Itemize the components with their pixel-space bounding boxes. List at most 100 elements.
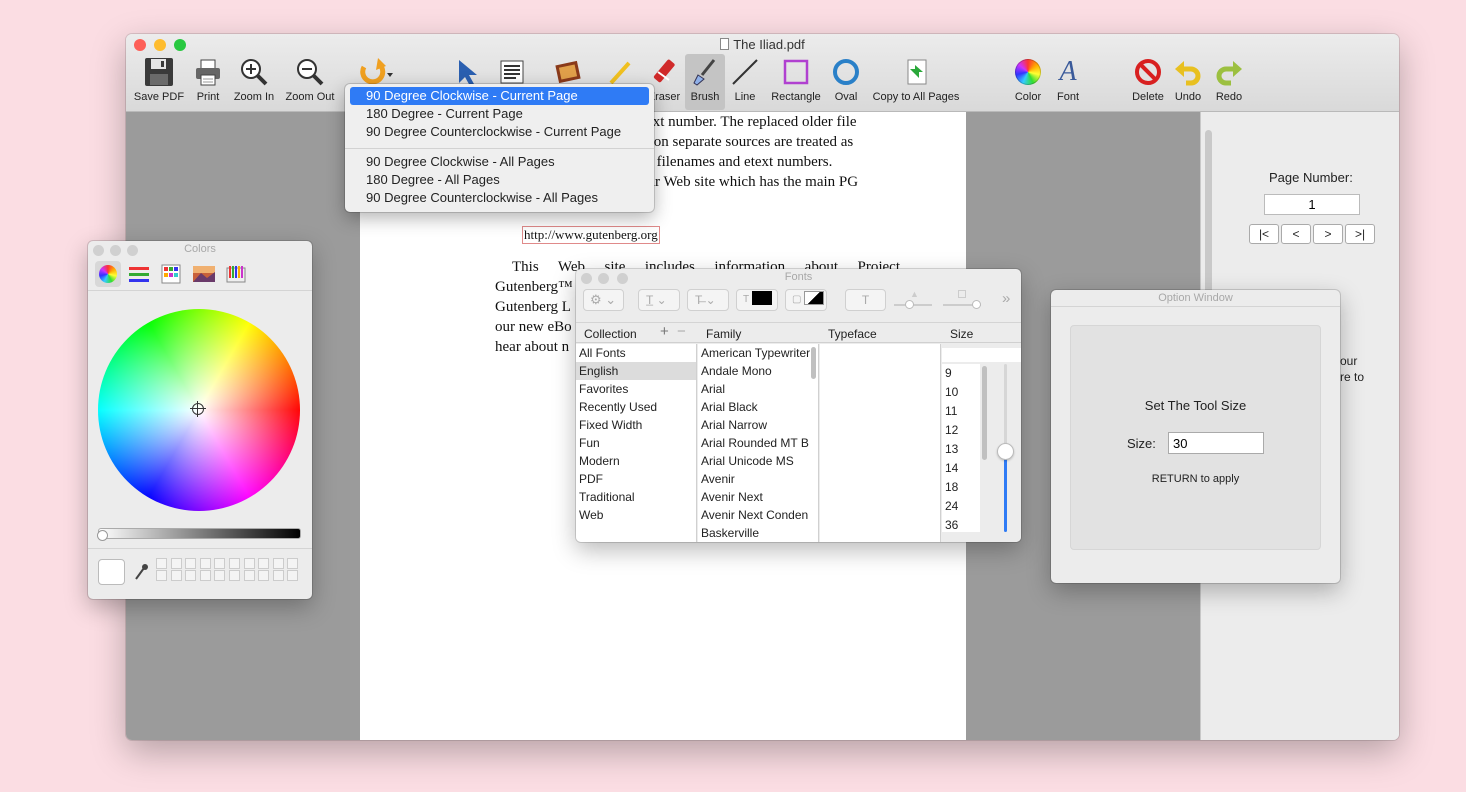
next-page-button[interactable]: > (1313, 224, 1343, 244)
save-pdf-button[interactable]: Save PDF (132, 54, 186, 110)
image-palette-tab[interactable] (193, 264, 215, 284)
color-swatch-grid[interactable] (156, 558, 301, 581)
color-palettes-tab[interactable] (161, 264, 181, 284)
color-wheel-tab[interactable] (95, 261, 121, 287)
last-page-button[interactable]: >| (1345, 224, 1375, 244)
list-item[interactable]: 18 (942, 478, 980, 497)
swatch[interactable] (156, 558, 167, 569)
text-shadow-button[interactable]: T (845, 289, 886, 311)
list-item[interactable]: Recently Used (576, 398, 696, 416)
swatch[interactable] (272, 570, 284, 581)
swatch[interactable] (258, 558, 270, 569)
family-scrollbar[interactable] (811, 347, 816, 379)
list-item[interactable]: Arial Black (698, 398, 818, 416)
swatch[interactable] (170, 570, 182, 581)
font-actions-dropdown[interactable]: ⚙ ⌄ (583, 289, 624, 311)
list-item[interactable]: American Typewriter (698, 344, 818, 362)
zoom-out-button[interactable]: Zoom Out (282, 54, 338, 110)
swatch[interactable] (214, 570, 226, 581)
list-item[interactable]: 12 (942, 421, 980, 440)
list-item[interactable]: Traditional (576, 488, 696, 506)
list-item[interactable]: Andale Mono (698, 362, 818, 380)
family-list[interactable]: American Typewriter Andale Mono Arial Ar… (698, 344, 819, 542)
print-button[interactable]: Print (188, 54, 228, 110)
gutenberg-link[interactable]: http://www.gutenberg.org (522, 226, 660, 244)
size-slider-knob[interactable] (997, 443, 1014, 460)
font-button[interactable]: A Font (1050, 54, 1086, 110)
list-item[interactable]: Arial Unicode MS (698, 452, 818, 470)
list-item[interactable]: Arial Narrow (698, 416, 818, 434)
list-item-selected[interactable]: English (576, 362, 696, 380)
swatch[interactable] (287, 558, 299, 569)
list-item[interactable]: Avenir Next (698, 488, 818, 506)
shadow-blur-knob[interactable] (972, 300, 981, 309)
list-item[interactable]: 24 (942, 497, 980, 516)
redo-button[interactable]: Redo (1211, 54, 1247, 110)
brightness-slider-knob[interactable] (97, 530, 108, 541)
strikethrough-dropdown[interactable]: T̶ ⌄ (687, 289, 729, 311)
list-item[interactable]: All Fonts (576, 344, 696, 362)
menu-item-rotate-cw-current[interactable]: 90 Degree Clockwise - Current Page (350, 87, 649, 105)
list-item[interactable]: 14 (942, 459, 980, 478)
list-item[interactable]: 9 (942, 364, 980, 383)
color-button[interactable]: Color (1010, 54, 1046, 110)
swatch[interactable] (228, 558, 240, 569)
color-sliders-tab[interactable] (128, 264, 150, 284)
swatch[interactable] (243, 570, 255, 581)
text-color-button[interactable]: T (736, 289, 778, 311)
brightness-slider[interactable] (98, 528, 301, 539)
list-item[interactable]: 11 (942, 402, 980, 421)
swatch[interactable] (199, 558, 211, 569)
eyedropper-icon[interactable] (134, 563, 148, 581)
list-item[interactable]: Avenir (698, 470, 818, 488)
underline-dropdown[interactable]: T̲ ⌄ (638, 289, 680, 311)
swatch[interactable] (243, 558, 255, 569)
size-list[interactable]: 9 10 11 12 13 14 18 24 36 (942, 364, 987, 535)
swatch[interactable] (272, 558, 284, 569)
copy-to-all-pages-button[interactable]: Copy to All Pages (868, 54, 964, 110)
swatch[interactable] (258, 570, 270, 581)
list-item[interactable]: 36 (942, 516, 980, 535)
previous-page-button[interactable]: < (1281, 224, 1311, 244)
list-item[interactable]: Fixed Width (576, 416, 696, 434)
swatch[interactable] (185, 558, 197, 569)
list-item[interactable]: Modern (576, 452, 696, 470)
swatch[interactable] (287, 570, 299, 581)
rectangle-tool-button[interactable]: Rectangle (766, 54, 826, 110)
size-input[interactable] (942, 348, 1021, 362)
add-collection-icon[interactable]: + (660, 323, 669, 340)
typeface-list[interactable] (820, 344, 941, 542)
menu-item-rotate-ccw-current[interactable]: 90 Degree Counterclockwise - Current Pag… (350, 123, 649, 141)
overflow-chevron-icon[interactable]: » (1002, 290, 1010, 307)
menu-item-rotate-cw-all[interactable]: 90 Degree Clockwise - All Pages (350, 153, 649, 171)
list-item[interactable]: Arial (698, 380, 818, 398)
brush-tool-button[interactable]: Brush (685, 54, 725, 110)
delete-button[interactable]: Delete (1128, 54, 1168, 110)
color-picker-crosshair[interactable] (192, 403, 204, 415)
current-color-well[interactable] (98, 559, 125, 585)
shadow-opacity-knob[interactable] (905, 300, 914, 309)
collection-list[interactable]: All Fonts English Favorites Recently Use… (576, 344, 697, 542)
first-page-button[interactable]: |< (1249, 224, 1279, 244)
document-color-button[interactable]: ▢ (785, 289, 827, 311)
crayons-tab[interactable] (226, 264, 246, 284)
size-list-scrollbar[interactable] (982, 366, 987, 460)
color-wheel[interactable] (98, 309, 300, 511)
swatch[interactable] (156, 570, 167, 581)
list-item[interactable]: Arial Rounded MT B (698, 434, 818, 452)
swatch[interactable] (185, 570, 197, 581)
menu-item-rotate-180-current[interactable]: 180 Degree - Current Page (350, 105, 649, 123)
swatch[interactable] (228, 570, 240, 581)
list-item[interactable]: PDF (576, 470, 696, 488)
list-item[interactable]: 10 (942, 383, 980, 402)
menu-item-rotate-180-all[interactable]: 180 Degree - All Pages (350, 171, 649, 189)
swatch[interactable] (214, 558, 226, 569)
swatch[interactable] (199, 570, 211, 581)
zoom-in-button[interactable]: Zoom In (230, 54, 278, 110)
list-item[interactable]: Fun (576, 434, 696, 452)
oval-tool-button[interactable]: Oval (828, 54, 864, 110)
line-tool-button[interactable]: Line (727, 54, 763, 110)
list-item[interactable]: Favorites (576, 380, 696, 398)
list-item[interactable]: Avenir Next Conden (698, 506, 818, 524)
list-item[interactable]: 13 (942, 440, 980, 459)
